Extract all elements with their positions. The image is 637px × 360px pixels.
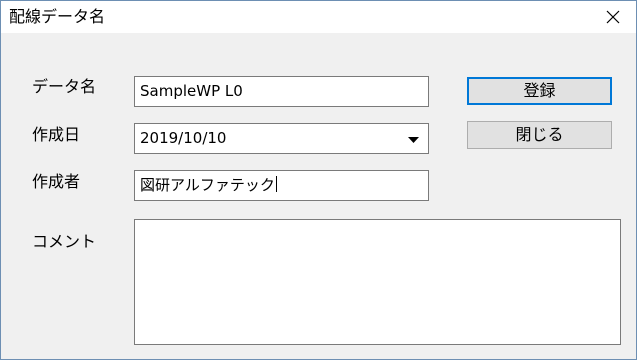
chevron-down-icon (408, 137, 419, 143)
dialog-window: 配線データ名 データ名 SampleWP L0 作成日 2019/10/10 作… (0, 0, 637, 360)
close-window-button[interactable] (590, 1, 636, 33)
data-name-input[interactable]: SampleWP L0 (134, 76, 429, 107)
register-button-label: 登録 (523, 81, 556, 100)
author-value: 図研アルファテック (140, 176, 275, 194)
data-name-label: データ名 (32, 77, 97, 96)
comment-label: コメント (32, 232, 97, 251)
creation-date-dropdown-button[interactable] (399, 125, 427, 153)
author-label: 作成者 (32, 172, 81, 191)
title-bar[interactable]: 配線データ名 (1, 1, 636, 33)
window-title: 配線データ名 (9, 7, 106, 26)
text-caret (275, 176, 277, 192)
close-button-label: 閉じる (515, 125, 564, 144)
data-name-value: SampleWP L0 (140, 82, 243, 100)
dialog-client-area: データ名 SampleWP L0 作成日 2019/10/10 作成者 図研アル… (1, 33, 636, 359)
comment-textarea[interactable] (134, 219, 621, 345)
creation-date-select[interactable]: 2019/10/10 (134, 123, 429, 154)
register-button[interactable]: 登録 (467, 77, 612, 105)
close-button[interactable]: 閉じる (467, 121, 612, 149)
author-input[interactable]: 図研アルファテック (134, 170, 429, 201)
close-icon (606, 10, 620, 24)
creation-date-value: 2019/10/10 (140, 129, 227, 147)
creation-date-label: 作成日 (32, 125, 81, 144)
